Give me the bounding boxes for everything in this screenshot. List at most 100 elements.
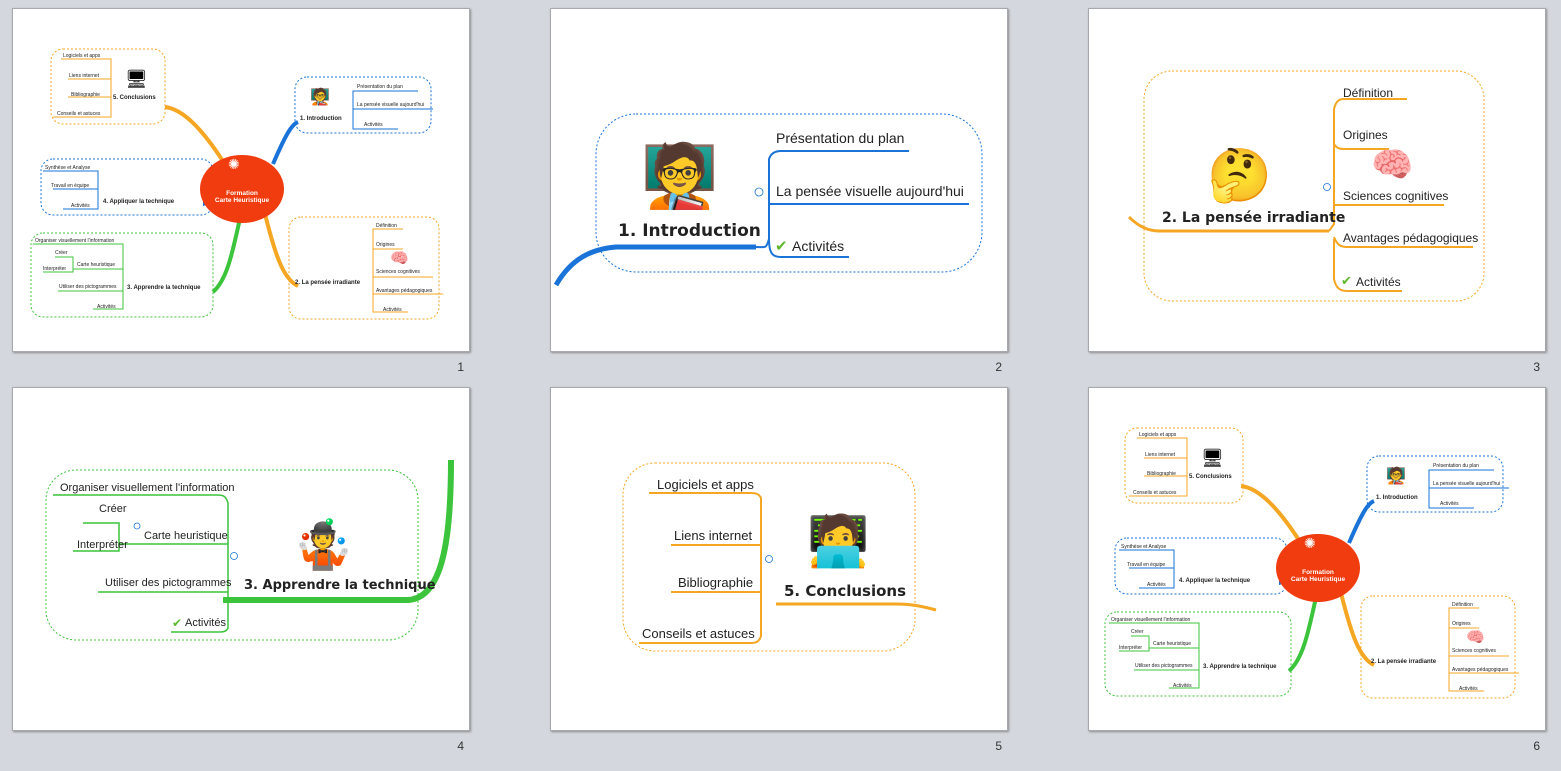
node-label: Conseils et astuces [642, 626, 755, 641]
branch-title-appliquer: 4. Appliquer la technique [1179, 578, 1251, 584]
node-label: Carte heuristique [77, 262, 116, 268]
checkmark-icon: ✔ [1341, 274, 1352, 289]
node-label: Activités [1459, 686, 1478, 692]
slide-thumbnail-3[interactable]: 🤔 2. La pensée irradiante Définition Ori… [1088, 8, 1546, 352]
presenter-board-icon: 🧑‍🏫 [1386, 466, 1406, 485]
branch-title-apprendre: 3. Apprendre la technique [127, 285, 201, 291]
node-label: Liens internet [1145, 452, 1176, 458]
node-label: Carte heuristique [144, 530, 228, 542]
node-label: Activités [185, 617, 226, 629]
slide-number: 2 [995, 360, 1002, 374]
central-topic-line1: Formation [226, 190, 258, 197]
node-label: Sciences cognitives [1452, 648, 1496, 654]
mind-map-overview [1104, 427, 1519, 699]
node-label: Avantages pédagogiques [376, 288, 433, 294]
presenter-board-icon: 🧑‍🏫 [310, 87, 330, 106]
mind-map-apprendre [45, 459, 454, 641]
central-topic: Formation Carte Heuristique [203, 190, 281, 204]
node-label: Activités [792, 238, 845, 254]
node-label: Activités [1356, 275, 1401, 289]
node-label: Présentation du plan [1433, 463, 1479, 469]
mind-map-conclusions [622, 462, 937, 652]
slide-thumbnail-5[interactable]: 🧑‍💻 5. Conclusions Logiciels et apps Lie… [550, 387, 1008, 731]
node-label: Organiser visuellement l'information [60, 482, 235, 494]
node-label: La pensée visuelle aujourd'hui [776, 183, 964, 199]
slide-title: 2. La pensée irradiante [1162, 210, 1346, 226]
node-label: Travail en équipe [51, 183, 90, 189]
node-label: Origines [1452, 621, 1471, 627]
branch-title-conclusions: 5. Conclusions [113, 95, 156, 101]
node-label: Interpréter [1119, 645, 1143, 651]
node-label: Travail en équipe [1127, 562, 1166, 568]
computer-user-icon: 🖥 [1201, 448, 1224, 469]
node-label: Avantages pédagogiques [1452, 667, 1509, 673]
checkmark-icon: ✔ [775, 237, 788, 255]
node-label: Définition [1452, 602, 1473, 608]
node-label: Créer [1131, 629, 1144, 635]
node-label: Activités [364, 122, 383, 128]
node-label: Présentation du plan [357, 84, 403, 90]
brain-icon: 🧠 [1371, 145, 1414, 185]
node-label: Bibliographie [1147, 471, 1176, 477]
slide-thumbnail-2[interactable]: 🧑‍🏫 1. Introduction Présentation du plan… [550, 8, 1008, 352]
branch-title-apprendre: 3. Apprendre la technique [1203, 664, 1277, 670]
slide-thumbnail-6[interactable]: Formation Carte Heuristique ✺ 5. Conclus… [1088, 387, 1546, 731]
node-label: Activités [1440, 501, 1459, 507]
node-label: Conseils et astuces [57, 111, 101, 117]
node-label: Utiliser des pictogrammes [59, 284, 117, 290]
node-label: Bibliographie [678, 575, 754, 590]
branch-title-introduction: 1. Introduction [300, 116, 342, 122]
node-label: Définition [1343, 86, 1394, 100]
slide-number: 6 [1533, 739, 1540, 753]
brain-icon: 🧠 [390, 249, 409, 267]
node-label: Carte heuristique [1153, 641, 1192, 647]
presenter-board-icon: 🧑‍🏫 [641, 139, 719, 212]
branch-title-conclusions: 5. Conclusions [1189, 474, 1232, 480]
node-label: Origines [376, 242, 395, 248]
mind-map-overview [30, 48, 443, 320]
branch-title-appliquer: 4. Appliquer la technique [103, 199, 175, 205]
thinking-person-icon: 🤔 [1207, 146, 1272, 206]
slide-number: 1 [457, 360, 464, 374]
node-label: La pensée visuelle aujourd'hui [357, 102, 425, 108]
node-label: Créer [55, 250, 68, 256]
mind-map-pensee [1127, 70, 1485, 302]
node-label: Liens internet [674, 528, 753, 543]
computer-user-icon: 🖥 [125, 69, 148, 90]
checkmark-icon: ✔ [172, 616, 183, 630]
node-label: Organiser visuellement l'information [1111, 617, 1191, 623]
node-label: Synthèse et Analyse [1121, 544, 1167, 550]
central-topic-line2: Carte Heuristique [214, 197, 270, 205]
node-label: Origines [1343, 128, 1388, 142]
node-label: Créer [99, 503, 127, 515]
node-label: Activités [97, 304, 116, 310]
node-label: Activités [1147, 582, 1166, 588]
node-label: Bibliographie [71, 92, 100, 98]
node-label: Sciences cognitives [376, 269, 420, 275]
slide-thumbnail-4[interactable]: 🤹 3. Apprendre la technique Organiser vi… [12, 387, 470, 731]
node-label: Sciences cognitives [1343, 189, 1449, 203]
node-label: Avantages pédagogiques [1343, 231, 1479, 245]
node-label: Logiciels et apps [63, 53, 101, 59]
central-topic-line1: Formation [1302, 569, 1334, 576]
branch-title-pensee: 2. La pensée irradiante [295, 280, 361, 286]
brain-icon: 🧠 [1466, 628, 1485, 646]
branch-title-pensee: 2. La pensée irradiante [1371, 659, 1437, 665]
node-label: Présentation du plan [776, 130, 905, 146]
juggling-person-icon: 🤹 [293, 517, 353, 573]
node-label: Interpréter [43, 266, 67, 272]
team-icon: ✺ [1304, 536, 1316, 552]
node-label: Activités [1173, 683, 1192, 689]
slide-title: 1. Introduction [618, 221, 761, 241]
central-topic: Formation Carte Heuristique [1279, 569, 1357, 583]
node-label: Organiser visuellement l'information [35, 238, 115, 244]
slide-number: 3 [1533, 360, 1540, 374]
node-label: Utiliser des pictogrammes [1135, 663, 1193, 669]
computer-user-icon: 🧑‍💻 [807, 512, 870, 570]
node-label: Logiciels et apps [1139, 432, 1177, 438]
node-label: Interpréter [77, 539, 128, 551]
node-label: Logiciels et apps [657, 477, 754, 492]
slide-thumbnail-1[interactable]: Formation Carte Heuristique ✺ 5. Conclus… [12, 8, 470, 352]
node-label: Synthèse et Analyse [45, 165, 91, 171]
node-label: Utiliser des pictogrammes [105, 577, 232, 589]
